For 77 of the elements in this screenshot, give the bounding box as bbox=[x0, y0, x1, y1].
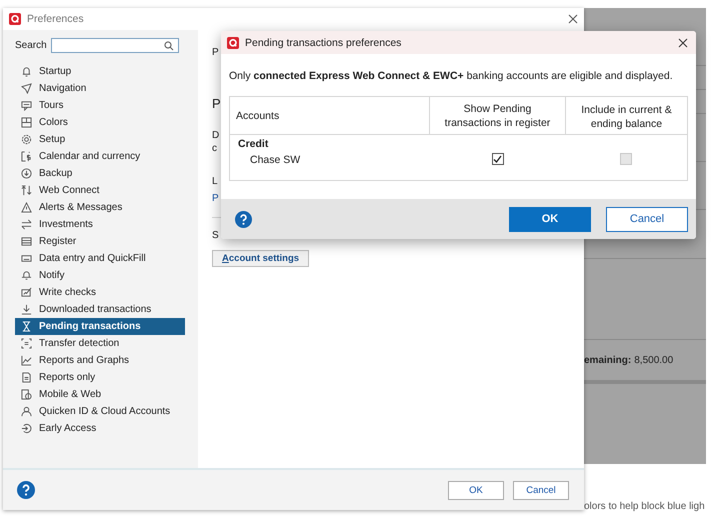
content-text: L bbox=[212, 175, 218, 188]
sidebar-item[interactable]: Downloaded transactions bbox=[15, 301, 185, 318]
hourglass-icon bbox=[21, 321, 32, 332]
arrows-icon bbox=[21, 185, 32, 196]
person-icon bbox=[21, 406, 32, 417]
checkbox[interactable] bbox=[492, 153, 504, 166]
sidebar-item[interactable]: Calendar and currency bbox=[15, 148, 185, 165]
cancel-button[interactable]: Cancel bbox=[606, 206, 688, 232]
close-icon[interactable] bbox=[678, 38, 688, 48]
sidebar-item[interactable]: Setup bbox=[15, 131, 185, 148]
column-header: Include in current & ending balance bbox=[581, 104, 672, 130]
sidebar-item[interactable]: Data entry and QuickFill bbox=[15, 250, 185, 267]
dialog-button[interactable]: OK bbox=[448, 480, 504, 500]
search-icon bbox=[164, 40, 174, 50]
sidebar-item[interactable]: Alerts & Messages bbox=[15, 199, 185, 216]
content-text: P bbox=[212, 46, 219, 59]
help-icon[interactable] bbox=[17, 481, 35, 499]
sidebar-item[interactable]: Web Connect bbox=[15, 182, 185, 199]
sidebar-item[interactable]: Mobile & Web bbox=[15, 386, 185, 403]
sidebar-item[interactable]: Reports only bbox=[15, 369, 185, 386]
remaining-label: emaining: bbox=[584, 354, 632, 366]
gear-icon bbox=[21, 134, 32, 145]
info-message: Only connected Express Web Connect & EWC+ banking accounts are eligible and displayed. bbox=[229, 70, 674, 82]
content-text: S bbox=[212, 229, 219, 242]
send-icon bbox=[21, 83, 32, 94]
group-label: Credit bbox=[238, 138, 268, 150]
sidebar-item[interactable]: Write checks bbox=[15, 284, 185, 301]
sidebar-item[interactable]: Quicken ID & Cloud Accounts bbox=[15, 403, 185, 420]
section-heading: P bbox=[212, 95, 221, 112]
sidebar-item[interactable]: Early Access bbox=[15, 420, 185, 437]
dialog-title: Pending transactions preferences bbox=[245, 36, 402, 48]
download-icon bbox=[21, 168, 32, 179]
exit-icon bbox=[21, 423, 32, 434]
help-icon[interactable] bbox=[235, 210, 252, 228]
window-title: Preferences bbox=[27, 13, 85, 25]
sidebar-item[interactable]: Reports and Graphs bbox=[15, 352, 185, 369]
bell-icon bbox=[21, 270, 32, 281]
keyboard-icon bbox=[21, 253, 32, 264]
account-settings-button[interactable]: Account settings bbox=[212, 250, 310, 267]
app-logo-icon bbox=[9, 13, 21, 25]
search-label: Search bbox=[15, 40, 47, 51]
dialog-button[interactable]: Cancel bbox=[513, 480, 569, 500]
sidebar-item[interactable]: Startup bbox=[15, 63, 185, 80]
warning-icon bbox=[21, 202, 32, 213]
swap-icon bbox=[21, 219, 32, 230]
sidebar-item[interactable]: Investments bbox=[15, 216, 185, 233]
sidebar-item[interactable]: Notify bbox=[15, 267, 185, 284]
content-text: c bbox=[212, 142, 217, 155]
chat-icon bbox=[21, 100, 32, 111]
list-icon bbox=[21, 236, 32, 247]
sidebar-item[interactable]: Pending transactions bbox=[15, 318, 185, 335]
document-icon bbox=[21, 372, 32, 383]
remaining-value: 8,500.00 bbox=[634, 354, 674, 366]
window-icon bbox=[21, 117, 32, 128]
chart-icon bbox=[21, 355, 32, 366]
close-icon[interactable] bbox=[568, 14, 578, 24]
sidebar-item[interactable]: Navigation bbox=[15, 80, 185, 97]
sidebar-item[interactable]: Colors bbox=[15, 114, 185, 131]
sidebar-item[interactable]: Register bbox=[15, 233, 185, 250]
content-text: D bbox=[212, 129, 220, 142]
phone-icon bbox=[21, 389, 32, 400]
search-field[interactable] bbox=[50, 38, 179, 53]
content-link[interactable]: P bbox=[212, 192, 219, 205]
footer-text: olors to help block blue ligh bbox=[584, 501, 705, 512]
sidebar-item[interactable]: Tours bbox=[15, 97, 185, 114]
column-header: Accounts bbox=[236, 110, 280, 122]
sidebar-item[interactable]: Backup bbox=[15, 165, 185, 182]
calendar-icon bbox=[21, 151, 32, 162]
download-icon bbox=[21, 304, 32, 315]
column-header: Show Pending transactions in register bbox=[444, 102, 550, 128]
account-name: Chase SW bbox=[250, 154, 300, 166]
app-logo-icon bbox=[227, 36, 239, 48]
check-icon bbox=[21, 287, 32, 298]
ok-button[interactable]: OK bbox=[509, 206, 591, 232]
bell-icon bbox=[21, 66, 32, 77]
sidebar-item[interactable]: Transfer detection bbox=[15, 335, 185, 352]
bracket-icon bbox=[21, 338, 32, 349]
